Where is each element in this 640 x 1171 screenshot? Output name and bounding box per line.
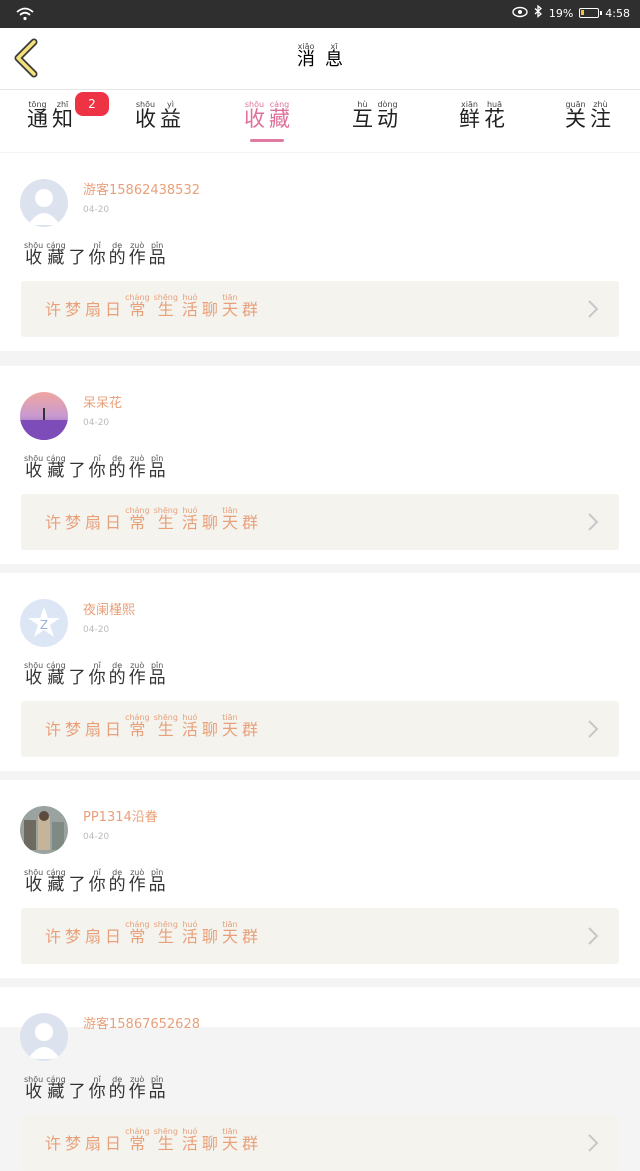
action-text: shōu 收 cáng 藏了 nǐ 你 de 的 zuò 作 pǐn 品 bbox=[24, 454, 166, 481]
message-card[interactable]: 游客15867652628 shōu 收 cáng 藏了 nǐ 你 de 的 zuò 作 pǐn 品许梦… bbox=[0, 987, 640, 1171]
date: 04-20 bbox=[83, 625, 110, 635]
action-text: shōu 收 cáng 藏了 nǐ 你 de 的 zuò 作 pǐn 品 bbox=[24, 661, 166, 688]
message-card[interactable]: Z 夜阑槿熙 04-20 shōu 收 cáng 藏了 nǐ 你 de 的 zuò 作 pǐn 品许梦扇日 c… bbox=[0, 573, 640, 771]
page-title: xiāo 消 xī 息 bbox=[297, 42, 343, 70]
chevron-right-icon bbox=[588, 513, 599, 531]
work-link[interactable]: 许梦扇日 cháng 常 shēng 生 huó 活聊 tiān 天群 bbox=[21, 494, 619, 550]
status-bar: 19% 4:58 bbox=[0, 0, 640, 28]
chevron-right-icon bbox=[588, 720, 599, 738]
header: xiāo 消 xī 息 bbox=[0, 28, 640, 90]
work-title: 许梦扇日 cháng 常 shēng 生 huó 活聊 tiān 天群 bbox=[45, 713, 258, 739]
bluetooth-icon bbox=[534, 4, 543, 21]
battery-icon bbox=[579, 8, 603, 18]
work-title: 许梦扇日 cháng 常 shēng 生 huó 活聊 tiān 天群 bbox=[45, 1127, 258, 1153]
work-title: 许梦扇日 cháng 常 shēng 生 huó 活聊 tiān 天群 bbox=[45, 293, 258, 319]
tab-following[interactable]: guān 关 zhù 注 bbox=[543, 100, 633, 131]
action-text: shōu 收 cáng 藏了 nǐ 你 de 的 zuò 作 pǐn 品 bbox=[24, 868, 166, 895]
username[interactable]: 游客15862438532 bbox=[83, 179, 200, 198]
work-title: 许梦扇日 cháng 常 shēng 生 huó 活聊 tiān 天群 bbox=[45, 920, 258, 946]
work-title: 许梦扇日 cháng 常 shēng 生 huó 活聊 tiān 天群 bbox=[45, 506, 258, 532]
wifi-icon bbox=[16, 6, 34, 25]
date: 04-20 bbox=[83, 205, 110, 215]
action-text: shōu 收 cáng 藏了 nǐ 你 de 的 zuò 作 pǐn 品 bbox=[24, 241, 166, 268]
tab-earnings[interactable]: shōu 收 yì 益 bbox=[113, 100, 203, 131]
message-card[interactable]: 游客15862438532 04-20 shōu 收 cáng 藏了 nǐ 你 de 的 zuò 作 p… bbox=[0, 153, 640, 351]
chevron-right-icon bbox=[588, 300, 599, 318]
chevron-right-icon bbox=[588, 1134, 599, 1152]
date: 04-20 bbox=[83, 832, 110, 842]
avatar[interactable] bbox=[20, 1013, 68, 1061]
avatar[interactable] bbox=[20, 806, 68, 854]
work-link[interactable]: 许梦扇日 cháng 常 shēng 生 huó 活聊 tiān 天群 bbox=[21, 701, 619, 757]
avatar[interactable] bbox=[20, 179, 68, 227]
username[interactable]: 夜阑槿熙 bbox=[83, 599, 135, 618]
eye-icon bbox=[512, 6, 528, 21]
notification-badge: 2 bbox=[75, 92, 109, 116]
clock: 4:58 bbox=[605, 6, 630, 20]
username[interactable]: PP1314沿眷 bbox=[83, 806, 158, 825]
work-link[interactable]: 许梦扇日 cháng 常 shēng 生 huó 活聊 tiān 天群 bbox=[21, 908, 619, 964]
tab-bar: tōng 通 zhī 知 2 shōu 收 yì 益 shōu 收 cáng 藏 hù 互 dòng 动… bbox=[0, 90, 640, 152]
tab-interactions[interactable]: hù 互 dòng 动 bbox=[330, 100, 420, 131]
active-tab-indicator bbox=[250, 139, 284, 142]
tab-notifications[interactable]: tōng 通 zhī 知 2 bbox=[5, 92, 109, 131]
username[interactable]: 游客15867652628 bbox=[83, 1013, 200, 1032]
avatar[interactable]: Z bbox=[20, 599, 68, 647]
work-link[interactable]: 许梦扇日 cháng 常 shēng 生 huó 活聊 tiān 天群 bbox=[21, 281, 619, 337]
message-card[interactable]: 呆呆花 04-20 shōu 收 cáng 藏了 nǐ 你 de 的 zuò 作 pǐn 品许梦扇日 chá… bbox=[0, 366, 640, 564]
work-link[interactable]: 许梦扇日 cháng 常 shēng 生 huó 活聊 tiān 天群 bbox=[21, 1115, 619, 1171]
tab-flowers[interactable]: xiān 鲜 huā 花 bbox=[437, 100, 527, 131]
battery-percent: 19% bbox=[548, 6, 574, 20]
message-card[interactable]: PP1314沿眷 04-20 shōu 收 cáng 藏了 nǐ 你 de 的 zuò 作 pǐn 品许梦… bbox=[0, 780, 640, 978]
date: 04-20 bbox=[83, 418, 110, 428]
action-text: shōu 收 cáng 藏了 nǐ 你 de 的 zuò 作 pǐn 品 bbox=[24, 1075, 166, 1102]
chevron-right-icon bbox=[588, 927, 599, 945]
username[interactable]: 呆呆花 bbox=[83, 392, 122, 411]
avatar[interactable] bbox=[20, 392, 68, 440]
svg-text:Z: Z bbox=[40, 618, 48, 632]
tab-favorites[interactable]: shōu 收 cáng 藏 bbox=[222, 100, 312, 131]
